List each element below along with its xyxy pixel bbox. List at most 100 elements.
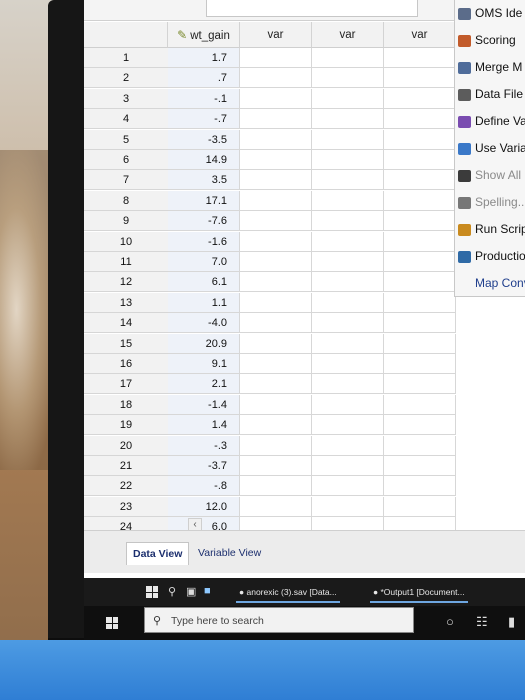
cell-empty[interactable]	[312, 496, 384, 517]
cell-empty[interactable]	[384, 374, 456, 395]
row-number[interactable]: 23	[84, 496, 168, 517]
cell-empty[interactable]	[384, 170, 456, 191]
cell-wt-gain[interactable]: 20.9	[168, 333, 240, 354]
search-icon[interactable]: ⚲	[168, 585, 176, 598]
cell-empty[interactable]	[240, 394, 312, 415]
windows-icon[interactable]	[146, 586, 158, 598]
row-number[interactable]: 4	[84, 109, 168, 130]
start-icon[interactable]	[106, 617, 118, 629]
cell-empty[interactable]	[240, 68, 312, 89]
cell-wt-gain[interactable]: -1.6	[168, 231, 240, 252]
cell-wt-gain[interactable]: 12.0	[168, 496, 240, 517]
cell-empty[interactable]	[384, 68, 456, 89]
cell-empty[interactable]	[240, 476, 312, 497]
cell-empty[interactable]	[240, 415, 312, 436]
cell-wt-gain[interactable]: 14.9	[168, 150, 240, 170]
cell-empty[interactable]	[384, 272, 456, 293]
cell-empty[interactable]	[384, 211, 456, 232]
cell-wt-gain[interactable]: 7.0	[168, 252, 240, 272]
cell-empty[interactable]	[240, 190, 312, 211]
tab-data-view[interactable]: Data View	[126, 542, 190, 565]
cell-wt-gain[interactable]: .7	[168, 68, 240, 89]
menu-item[interactable]: Map Conve	[455, 270, 525, 297]
cell-wt-gain[interactable]: 2.1	[168, 374, 240, 395]
cell-empty[interactable]	[240, 435, 312, 456]
cell-empty[interactable]	[312, 211, 384, 232]
row-number[interactable]: 2	[84, 68, 168, 89]
cell-empty[interactable]	[312, 415, 384, 436]
cell-empty[interactable]	[240, 456, 312, 476]
menu-item[interactable]: Data File	[455, 81, 525, 108]
row-number[interactable]: 20	[84, 435, 168, 456]
cell-wt-gain[interactable]: -3.7	[168, 456, 240, 476]
cell-empty[interactable]	[312, 272, 384, 293]
cell-empty[interactable]	[384, 190, 456, 211]
menu-item[interactable]: Merge M	[455, 54, 525, 81]
cell-empty[interactable]	[384, 394, 456, 415]
cell-wt-gain[interactable]: -.8	[168, 476, 240, 497]
cell-empty[interactable]	[384, 476, 456, 497]
column-header-var[interactable]: var	[384, 22, 456, 48]
cell-empty[interactable]	[240, 333, 312, 354]
cell-empty[interactable]	[312, 292, 384, 313]
cell-editor-input[interactable]	[206, 0, 418, 17]
row-number[interactable]: 18	[84, 394, 168, 415]
app-icon[interactable]: ▮	[508, 614, 515, 630]
cell-empty[interactable]	[312, 394, 384, 415]
cell-empty[interactable]	[384, 109, 456, 130]
tab-variable-view[interactable]: Variable View	[192, 542, 267, 564]
cell-empty[interactable]	[312, 374, 384, 395]
cell-wt-gain[interactable]: 1.7	[168, 48, 240, 68]
row-number[interactable]: 6	[84, 150, 168, 170]
cell-empty[interactable]	[240, 231, 312, 252]
cell-empty[interactable]	[384, 333, 456, 354]
cell-empty[interactable]	[312, 48, 384, 68]
cell-empty[interactable]	[312, 252, 384, 272]
cell-empty[interactable]	[312, 109, 384, 130]
cell-wt-gain[interactable]: -7.6	[168, 211, 240, 232]
cell-wt-gain[interactable]: 6.1	[168, 272, 240, 293]
cell-wt-gain[interactable]: -3.5	[168, 129, 240, 150]
row-number[interactable]: 8	[84, 190, 168, 211]
cell-empty[interactable]	[384, 292, 456, 313]
cell-empty[interactable]	[384, 231, 456, 252]
app-icon[interactable]: ■	[204, 585, 211, 597]
cell-empty[interactable]	[240, 374, 312, 395]
row-number[interactable]: 12	[84, 272, 168, 293]
cell-empty[interactable]	[312, 190, 384, 211]
task-view-icon[interactable]: ☷	[476, 614, 488, 630]
taskbar-item-data[interactable]: ● anorexic (3).sav [Data...	[236, 583, 340, 603]
menu-item[interactable]: Show All	[455, 162, 525, 189]
cell-empty[interactable]	[240, 354, 312, 374]
cell-empty[interactable]	[312, 88, 384, 109]
cell-empty[interactable]	[312, 476, 384, 497]
column-header-var[interactable]: var	[312, 22, 384, 48]
cell-empty[interactable]	[384, 48, 456, 68]
cell-wt-gain[interactable]: -.3	[168, 435, 240, 456]
row-number[interactable]: 10	[84, 231, 168, 252]
row-number[interactable]: 14	[84, 313, 168, 334]
row-number[interactable]: 7	[84, 170, 168, 191]
cell-wt-gain[interactable]: -4.0	[168, 313, 240, 334]
row-number[interactable]: 5	[84, 129, 168, 150]
cell-empty[interactable]	[384, 456, 456, 476]
cell-empty[interactable]	[312, 231, 384, 252]
cell-empty[interactable]	[384, 129, 456, 150]
menu-item[interactable]: Scoring	[455, 27, 525, 54]
cortana-icon[interactable]: ○	[446, 614, 454, 629]
cell-wt-gain[interactable]: 1.4	[168, 415, 240, 436]
row-number[interactable]: 11	[84, 252, 168, 272]
menu-item[interactable]: Use Varia	[455, 135, 525, 162]
cell-empty[interactable]	[312, 456, 384, 476]
cell-empty[interactable]	[240, 170, 312, 191]
row-number[interactable]: 13	[84, 292, 168, 313]
row-number[interactable]: 1	[84, 48, 168, 68]
cell-empty[interactable]	[384, 150, 456, 170]
cell-empty[interactable]	[312, 170, 384, 191]
row-number[interactable]: 15	[84, 333, 168, 354]
cell-empty[interactable]	[240, 211, 312, 232]
cell-wt-gain[interactable]: -.7	[168, 109, 240, 130]
menu-item[interactable]: Spelling...	[455, 189, 525, 216]
menu-item[interactable]: Production	[455, 243, 525, 270]
cell-empty[interactable]	[312, 313, 384, 334]
